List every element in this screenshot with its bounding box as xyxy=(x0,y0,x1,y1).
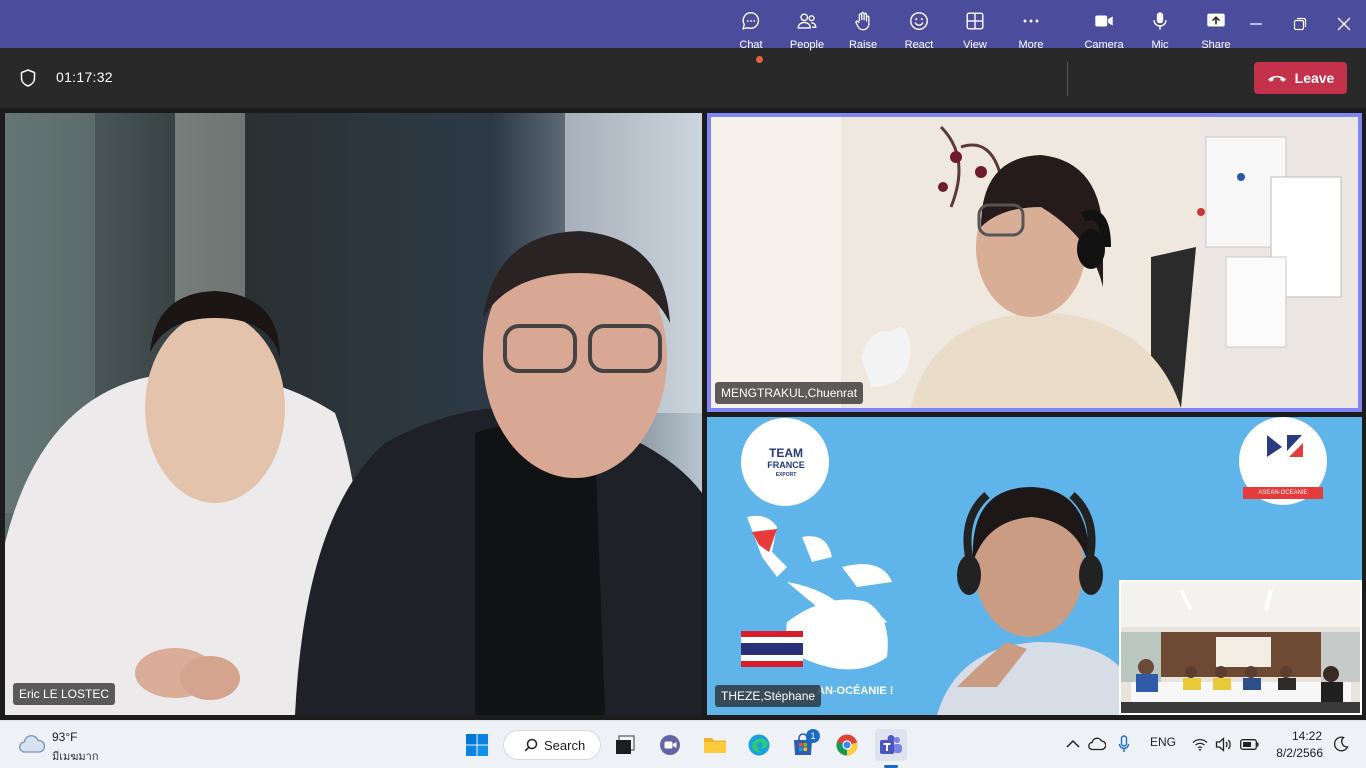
hang-up-icon xyxy=(1267,75,1286,82)
chat-notification-dot xyxy=(756,56,763,63)
camera-button[interactable]: Camera xyxy=(1076,8,1132,54)
clock-time[interactable]: 14:22 xyxy=(1282,729,1322,743)
folder-icon xyxy=(704,738,726,753)
battery-icon[interactable] xyxy=(1240,739,1259,750)
team-france-logo-line-3: EXPORT xyxy=(775,472,797,478)
close-icon xyxy=(1337,17,1351,31)
meet-chat-button[interactable] xyxy=(654,729,686,761)
video-tile-eric[interactable]: Eric LE LOSTEC xyxy=(5,113,702,715)
weather-description[interactable]: มีเมฆมาก xyxy=(52,747,99,765)
mic-button[interactable]: Mic xyxy=(1132,8,1188,54)
task-view-button[interactable] xyxy=(609,729,641,761)
chat-button[interactable]: Chat xyxy=(723,8,779,54)
share-button[interactable]: Share xyxy=(1188,8,1244,54)
people-button[interactable]: People xyxy=(779,8,835,54)
view-button[interactable]: View xyxy=(947,8,1003,54)
edge-browser-button[interactable] xyxy=(743,729,775,761)
meeting-room-feed xyxy=(1121,582,1360,713)
participant-video-feed xyxy=(5,113,702,715)
shield-icon[interactable] xyxy=(20,69,36,87)
video-chat-icon xyxy=(660,735,680,755)
slide-tagline: AN-OCÉANIE ! xyxy=(817,685,894,697)
more-label: More xyxy=(1018,39,1044,51)
teams-button[interactable] xyxy=(875,729,907,761)
wifi-icon[interactable] xyxy=(1192,738,1208,751)
taskbar-search[interactable]: Search xyxy=(503,730,601,760)
windows-logo-icon xyxy=(466,734,488,756)
restore-button[interactable] xyxy=(1277,0,1323,48)
weather-temperature[interactable]: 93°F xyxy=(52,730,77,744)
raise-label: Raise xyxy=(848,39,878,51)
moon-icon[interactable] xyxy=(1333,736,1349,752)
leave-button[interactable]: Leave xyxy=(1254,62,1347,94)
participant-name-chuenrat: MENGTRAKUL,Chuenrat xyxy=(715,382,864,404)
restore-icon xyxy=(1293,17,1307,31)
team-france-logo-line-1: TEAM xyxy=(769,446,803,460)
meeting-toolbar: 01:17:32 xyxy=(0,48,1366,108)
store-badge: 1 xyxy=(806,729,820,743)
video-tile-chuenrat[interactable]: MENGTRAKUL,Chuenrat xyxy=(707,113,1362,412)
cloud-icon[interactable] xyxy=(18,734,46,754)
edge-icon xyxy=(748,734,770,756)
raise-hand-button[interactable]: Raise xyxy=(835,8,891,54)
microphone-tray-icon[interactable] xyxy=(1118,735,1130,753)
participant-name-stephane: THEZE,Stéphane xyxy=(715,685,822,707)
chrome-icon xyxy=(836,734,858,756)
view-label: View xyxy=(963,39,987,51)
video-tile-stephane[interactable]: TEAM FRANCE EXPORT ASEAN-OCEANIE AN-OCÉA… xyxy=(707,417,1362,715)
smiley-icon xyxy=(910,12,928,30)
speaker-icon[interactable] xyxy=(1215,737,1233,752)
react-label: React xyxy=(904,39,934,51)
camera-label: Camera xyxy=(1084,39,1124,51)
meeting-timer: 01:17:32 xyxy=(56,69,113,85)
more-icon xyxy=(1023,19,1039,23)
leave-label: Leave xyxy=(1294,70,1335,86)
more-button[interactable]: More xyxy=(1003,8,1059,54)
participant-video-feed xyxy=(711,117,1358,408)
people-icon xyxy=(797,13,817,29)
task-view-icon xyxy=(616,735,635,754)
mic-label: Mic xyxy=(1151,39,1169,51)
windows-taskbar: 93°F มีเมฆมาก Search 1 ENG 14:22 8/2/256… xyxy=(0,720,1366,768)
business-france-tagline: ASEAN-OCEANIE xyxy=(1258,490,1308,496)
react-button[interactable]: React xyxy=(891,8,947,54)
toolbar-divider xyxy=(1067,62,1068,96)
people-label: People xyxy=(789,39,825,51)
share-label: Share xyxy=(1201,39,1231,51)
camera-icon xyxy=(1095,15,1113,27)
chevron-up-icon[interactable] xyxy=(1066,739,1080,749)
minimize-icon xyxy=(1250,23,1262,25)
teams-icon xyxy=(880,735,902,754)
start-button[interactable] xyxy=(461,729,493,761)
close-window-button[interactable] xyxy=(1321,0,1366,48)
grid-view-icon xyxy=(966,12,984,30)
search-icon xyxy=(524,738,538,752)
file-explorer-button[interactable] xyxy=(699,729,731,761)
microphone-icon xyxy=(1153,12,1167,30)
search-label: Search xyxy=(544,737,586,753)
onedrive-cloud-icon[interactable] xyxy=(1088,737,1106,751)
chrome-button[interactable] xyxy=(831,729,863,761)
chat-icon xyxy=(742,12,760,30)
hand-icon xyxy=(855,11,870,31)
chat-label: Chat xyxy=(739,39,763,51)
clock-date[interactable]: 8/2/2566 xyxy=(1271,746,1323,760)
self-view-thumbnail[interactable] xyxy=(1119,580,1362,715)
participant-name-eric: Eric LE LOSTEC xyxy=(13,683,116,705)
input-language[interactable]: ENG xyxy=(1150,735,1176,749)
share-screen-icon xyxy=(1207,13,1225,27)
